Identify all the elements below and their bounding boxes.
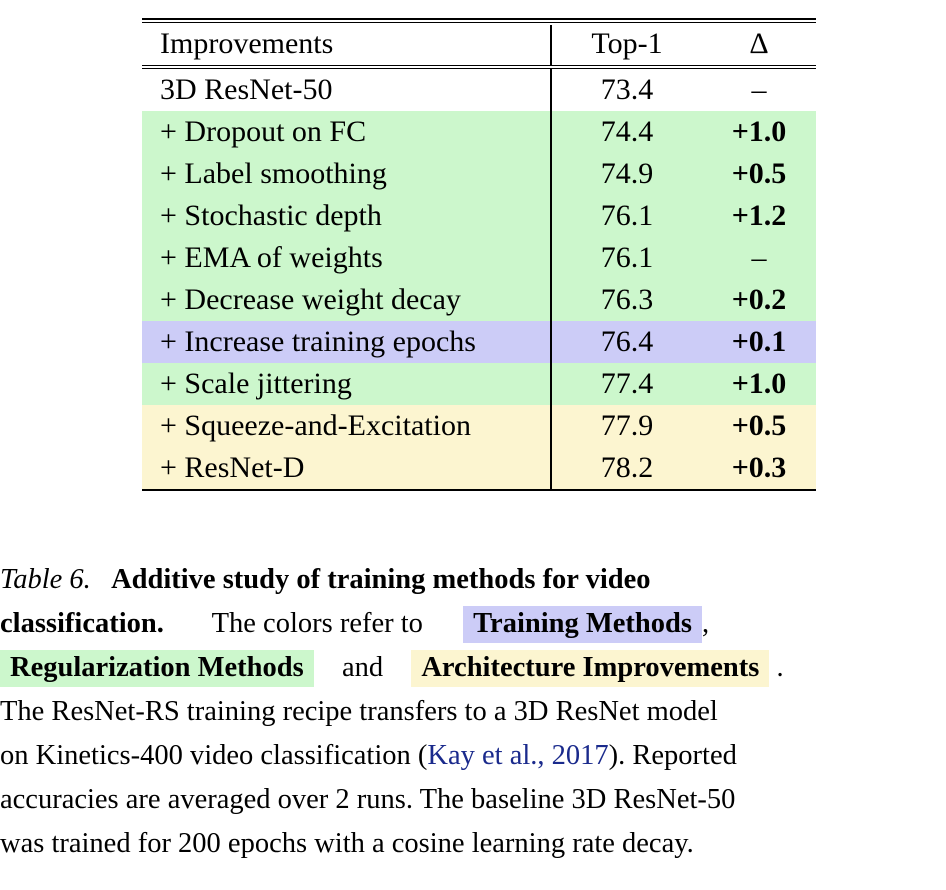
cell-divider bbox=[550, 110, 552, 153]
cell-improvement: + Stochastic depth bbox=[142, 194, 550, 237]
cell-delta: – bbox=[702, 68, 816, 111]
cell-improvement: + Dropout on FC bbox=[142, 110, 550, 153]
cell-improvement: + Decrease weight decay bbox=[142, 278, 550, 321]
column-divider bbox=[550, 194, 552, 237]
column-divider bbox=[550, 362, 552, 405]
results-table: Improvements Top-1 Δ 3D ResNet-50 73.4– + Dro… bbox=[142, 23, 816, 489]
cell-delta: – bbox=[702, 236, 816, 279]
table-row: + Dropout on FC 74.4 +1.0 bbox=[142, 110, 816, 153]
citation-link-kay-2017[interactable]: Kay et al., 2017 bbox=[427, 740, 608, 771]
cell-delta: +0.3 bbox=[702, 446, 816, 489]
table-row: + Squeeze-and-Excitation 77.9 +0.5 bbox=[142, 404, 816, 447]
cell-divider bbox=[550, 194, 552, 237]
column-divider bbox=[550, 320, 552, 363]
cell-divider bbox=[550, 236, 552, 279]
cell-divider bbox=[550, 362, 552, 405]
column-divider bbox=[550, 404, 552, 447]
caption-line-1: Table 6. Additive study of training meth… bbox=[0, 558, 946, 602]
cell-divider bbox=[550, 446, 552, 489]
cell-divider bbox=[550, 278, 552, 321]
cell-improvement: + Increase training epochs bbox=[142, 320, 550, 363]
table-row: + Label smoothing 74.9 +0.5 bbox=[142, 152, 816, 195]
highlight-regularization-methods: Regularization Methods bbox=[0, 650, 314, 687]
column-header-top1: Top-1 bbox=[591, 27, 663, 61]
table-row: + Scale jittering 77.4 +1.0 bbox=[142, 362, 816, 405]
caption-line-2: classification. The colors refer to Trai… bbox=[0, 602, 946, 646]
cell-improvement: + Squeeze-and-Excitation bbox=[142, 404, 550, 447]
table-caption: Table 6. Additive study of training meth… bbox=[0, 558, 946, 866]
cell-delta: +0.5 bbox=[702, 404, 816, 447]
cell-top1: 74.4 bbox=[552, 110, 702, 153]
cell-divider bbox=[550, 404, 552, 447]
caption-line-5: on Kinetics-400 video classification (Ka… bbox=[0, 734, 946, 778]
cell-top1: 77.9 bbox=[552, 404, 702, 447]
cell-delta: +1.2 bbox=[702, 194, 816, 237]
cell-improvement: + Scale jittering bbox=[142, 362, 550, 405]
column-divider bbox=[550, 152, 552, 195]
caption-title-line2: classification. bbox=[0, 608, 164, 639]
highlight-training-methods: Training Methods bbox=[463, 606, 702, 643]
table-bottom-rule bbox=[142, 488, 816, 491]
cell-top1: 76.4 bbox=[552, 320, 702, 363]
caption-line-6: accuracies are averaged over 2 runs. The… bbox=[0, 784, 736, 815]
table-row: + ResNet-D 78.2 +0.3 bbox=[142, 446, 816, 489]
caption-label: Table 6. bbox=[0, 564, 91, 595]
column-header-separator bbox=[550, 23, 552, 66]
cell-delta: +0.5 bbox=[702, 152, 816, 195]
results-table-container: Improvements Top-1 Δ 3D ResNet-50 73.4– + Dro… bbox=[142, 18, 816, 491]
cell-delta: +0.1 bbox=[702, 320, 816, 363]
caption-colors-intro: The colors refer to bbox=[211, 608, 423, 639]
caption-title-line1: Additive study of training methods for v… bbox=[111, 564, 651, 595]
column-header-delta: Δ bbox=[749, 27, 769, 61]
caption-comma: , bbox=[701, 608, 710, 639]
caption-line5-prefix: on Kinetics-400 video classification ( bbox=[0, 740, 428, 771]
caption-line-7: was trained for 200 epochs with a cosine… bbox=[0, 828, 694, 859]
table-top-rule bbox=[142, 18, 816, 20]
figure-page: Improvements Top-1 Δ 3D ResNet-50 73.4– + Dro… bbox=[0, 0, 946, 890]
column-divider bbox=[550, 236, 552, 279]
cell-divider bbox=[550, 152, 552, 195]
caption-line5-suffix: ). Reported bbox=[608, 740, 737, 771]
column-divider bbox=[550, 110, 552, 153]
column-divider bbox=[550, 278, 552, 321]
cell-top1: 76.1 bbox=[552, 194, 702, 237]
caption-conjunction: and bbox=[341, 652, 384, 683]
cell-top1: 76.3 bbox=[552, 278, 702, 321]
cell-delta: +0.2 bbox=[702, 278, 816, 321]
cell-improvement: + EMA of weights bbox=[142, 236, 550, 279]
cell-divider bbox=[550, 68, 552, 111]
column-divider bbox=[550, 68, 552, 111]
cell-top1: 78.2 bbox=[552, 446, 702, 489]
caption-line-4: The ResNet-RS training recipe transfers … bbox=[0, 696, 718, 727]
cell-top1: 73.4 bbox=[552, 68, 702, 111]
caption-line-3: Regularization Methods and Architecture … bbox=[0, 646, 946, 690]
column-divider bbox=[550, 25, 552, 66]
cell-delta: +1.0 bbox=[702, 110, 816, 153]
cell-top1: 74.9 bbox=[552, 152, 702, 195]
cell-improvement: + Label smoothing bbox=[142, 152, 550, 195]
caption-period: . bbox=[776, 652, 784, 683]
table-row: 3D ResNet-50 73.4– bbox=[142, 68, 816, 111]
table-row: + Increase training epochs 76.4 +0.1 bbox=[142, 320, 816, 363]
cell-improvement: 3D ResNet-50 bbox=[142, 68, 550, 111]
cell-delta: +1.0 bbox=[702, 362, 816, 405]
column-header-improvements: Improvements bbox=[160, 27, 334, 61]
column-divider bbox=[550, 446, 552, 489]
table-row: + EMA of weights 76.1– bbox=[142, 236, 816, 279]
table-row: + Stochastic depth 76.1 +1.2 bbox=[142, 194, 816, 237]
cell-top1: 76.1 bbox=[552, 236, 702, 279]
highlight-architecture-improvements: Architecture Improvements bbox=[411, 650, 770, 687]
table-header-row: Improvements Top-1 Δ bbox=[142, 23, 816, 66]
table-row: + Decrease weight decay 76.3 +0.2 bbox=[142, 278, 816, 321]
cell-top1: 77.4 bbox=[552, 362, 702, 405]
cell-divider bbox=[550, 320, 552, 363]
cell-improvement: + ResNet-D bbox=[142, 446, 550, 489]
